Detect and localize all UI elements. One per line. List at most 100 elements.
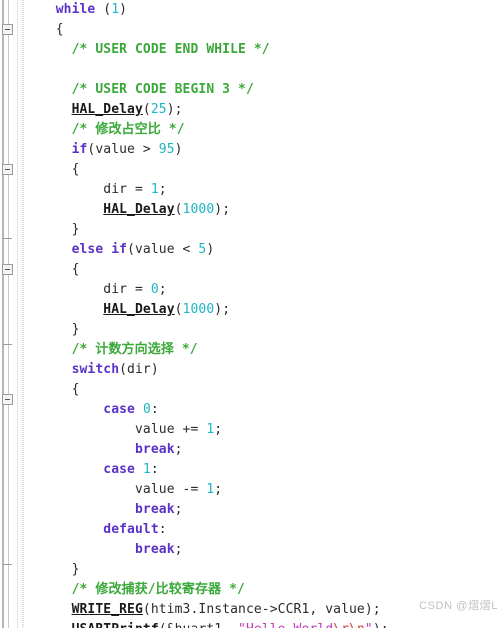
code-token-str: " (365, 622, 373, 628)
code-token-pl: { (71, 262, 80, 277)
code-token-pl: { (71, 162, 80, 177)
code-line[interactable] (24, 60, 504, 80)
fold-region-end-icon (3, 564, 12, 565)
code-line[interactable]: USARTPrintf(&huart1, "Hello World\r\n"); (24, 620, 504, 628)
code-token-pl: ( (174, 202, 183, 217)
code-token-pl: value += (134, 422, 207, 437)
code-line[interactable]: while (1) (24, 0, 504, 20)
code-token-cm: /* 修改捕获/比较寄存器 */ (71, 582, 245, 597)
code-line[interactable]: break; (24, 440, 504, 460)
code-token-kw: default (103, 522, 159, 537)
code-line[interactable]: dir = 0; (24, 280, 504, 300)
code-token-kw: break (134, 542, 175, 557)
gutter-track-dotted (22, 0, 24, 628)
fold-collapse-icon[interactable] (2, 394, 13, 405)
code-token-pl: ; (174, 442, 183, 457)
code-line[interactable]: /* 修改占空比 */ (24, 120, 504, 140)
code-token-kw: break (134, 502, 175, 517)
code-token-fn: HAL_Delay (103, 302, 175, 317)
code-token-pl: } (71, 562, 80, 577)
code-token-pl: ) (206, 242, 215, 257)
code-line[interactable]: if(value > 95) (24, 140, 504, 160)
gutter-track-secondary (8, 0, 9, 628)
code-line[interactable]: HAL_Delay(25); (24, 100, 504, 120)
code-line[interactable]: default: (24, 520, 504, 540)
code-token-pl: : (150, 402, 159, 417)
code-line[interactable]: { (24, 380, 504, 400)
code-token-br: \r\n (333, 622, 365, 628)
code-token-cm: /* 计数方向选择 */ (71, 342, 198, 357)
code-editor-pane[interactable]: while (1) { /* USER CODE END WHILE */ /*… (0, 0, 504, 628)
code-token-kw: break (134, 442, 175, 457)
editor-gutter[interactable] (0, 0, 24, 628)
code-line[interactable]: /* USER CODE END WHILE */ (24, 40, 504, 60)
code-line[interactable]: switch(dir) (24, 360, 504, 380)
code-token-pl: (htim3.Instance->CCR1, value); (142, 602, 381, 617)
fold-collapse-icon[interactable] (2, 264, 13, 275)
code-token-pl: ; (174, 502, 183, 517)
code-line[interactable]: case 0: (24, 400, 504, 420)
code-token-pl: ) (119, 2, 128, 17)
code-line[interactable]: case 1: (24, 460, 504, 480)
code-line[interactable]: } (24, 220, 504, 240)
code-token-num: 0 (150, 282, 159, 297)
code-token-pl: ( (174, 302, 183, 317)
code-line[interactable]: break; (24, 540, 504, 560)
code-line[interactable]: { (24, 20, 504, 40)
code-token-num: 0 (142, 402, 151, 417)
code-token-pl: ) (174, 142, 183, 157)
code-token-pl: ; (158, 282, 167, 297)
code-line[interactable]: { (24, 160, 504, 180)
code-token-pl: ); (373, 622, 389, 628)
csdn-watermark: CSDN @熠熠L (419, 600, 498, 612)
code-token-num: 1 (142, 462, 151, 477)
code-line[interactable]: HAL_Delay(1000); (24, 300, 504, 320)
fold-collapse-icon[interactable] (2, 164, 13, 175)
code-line[interactable]: break; (24, 500, 504, 520)
code-token-pl: value -= (134, 482, 207, 497)
code-line[interactable]: { (24, 260, 504, 280)
code-token-cm: /* 修改占空比 */ (71, 122, 185, 137)
code-token-fn: HAL_Delay (71, 102, 143, 117)
fold-region-end-icon (3, 238, 12, 239)
code-token-str: "Hello World (238, 622, 333, 628)
code-token-pl: } (71, 322, 80, 337)
code-token-num: 95 (158, 142, 175, 157)
code-token-pl: ); (214, 302, 231, 317)
code-token-pl: ); (166, 102, 183, 117)
code-token-cm: /* USER CODE BEGIN 3 */ (71, 82, 254, 97)
code-token-pl: dir = (103, 182, 151, 197)
code-text-area[interactable]: while (1) { /* USER CODE END WHILE */ /*… (24, 0, 504, 628)
code-token-pl: } (71, 222, 80, 237)
code-line[interactable]: else if(value < 5) (24, 240, 504, 260)
code-line[interactable]: } (24, 320, 504, 340)
code-line[interactable]: value += 1; (24, 420, 504, 440)
code-token-pl: ( (142, 102, 151, 117)
code-line[interactable]: HAL_Delay(1000); (24, 200, 504, 220)
fold-collapse-icon[interactable] (2, 24, 13, 35)
code-line[interactable]: /* 计数方向选择 */ (24, 340, 504, 360)
code-token-pl: ); (214, 202, 231, 217)
code-token-pl: (&huart1, (159, 622, 238, 628)
code-line[interactable]: dir = 1; (24, 180, 504, 200)
code-token-fn: WRITE_REG (71, 602, 143, 617)
code-token-kw: else if (71, 242, 128, 257)
code-token-num: 1000 (182, 302, 215, 317)
code-token-pl: : (158, 522, 167, 537)
code-token-num: 1000 (182, 202, 215, 217)
gutter-track-divider (17, 0, 18, 628)
code-token-pl: : (150, 462, 159, 477)
code-token-pl: (dir) (119, 362, 159, 377)
code-line[interactable]: value -= 1; (24, 480, 504, 500)
code-token-kw: if (71, 142, 88, 157)
code-token-pl: dir = (103, 282, 151, 297)
code-line[interactable]: } (24, 560, 504, 580)
code-token-num: 25 (150, 102, 167, 117)
code-token-kw: switch (71, 362, 120, 377)
code-token-pl: (value < (127, 242, 199, 257)
code-token-pl: ; (158, 182, 167, 197)
code-line[interactable]: /* USER CODE BEGIN 3 */ (24, 80, 504, 100)
code-token-kw: case (103, 462, 135, 477)
